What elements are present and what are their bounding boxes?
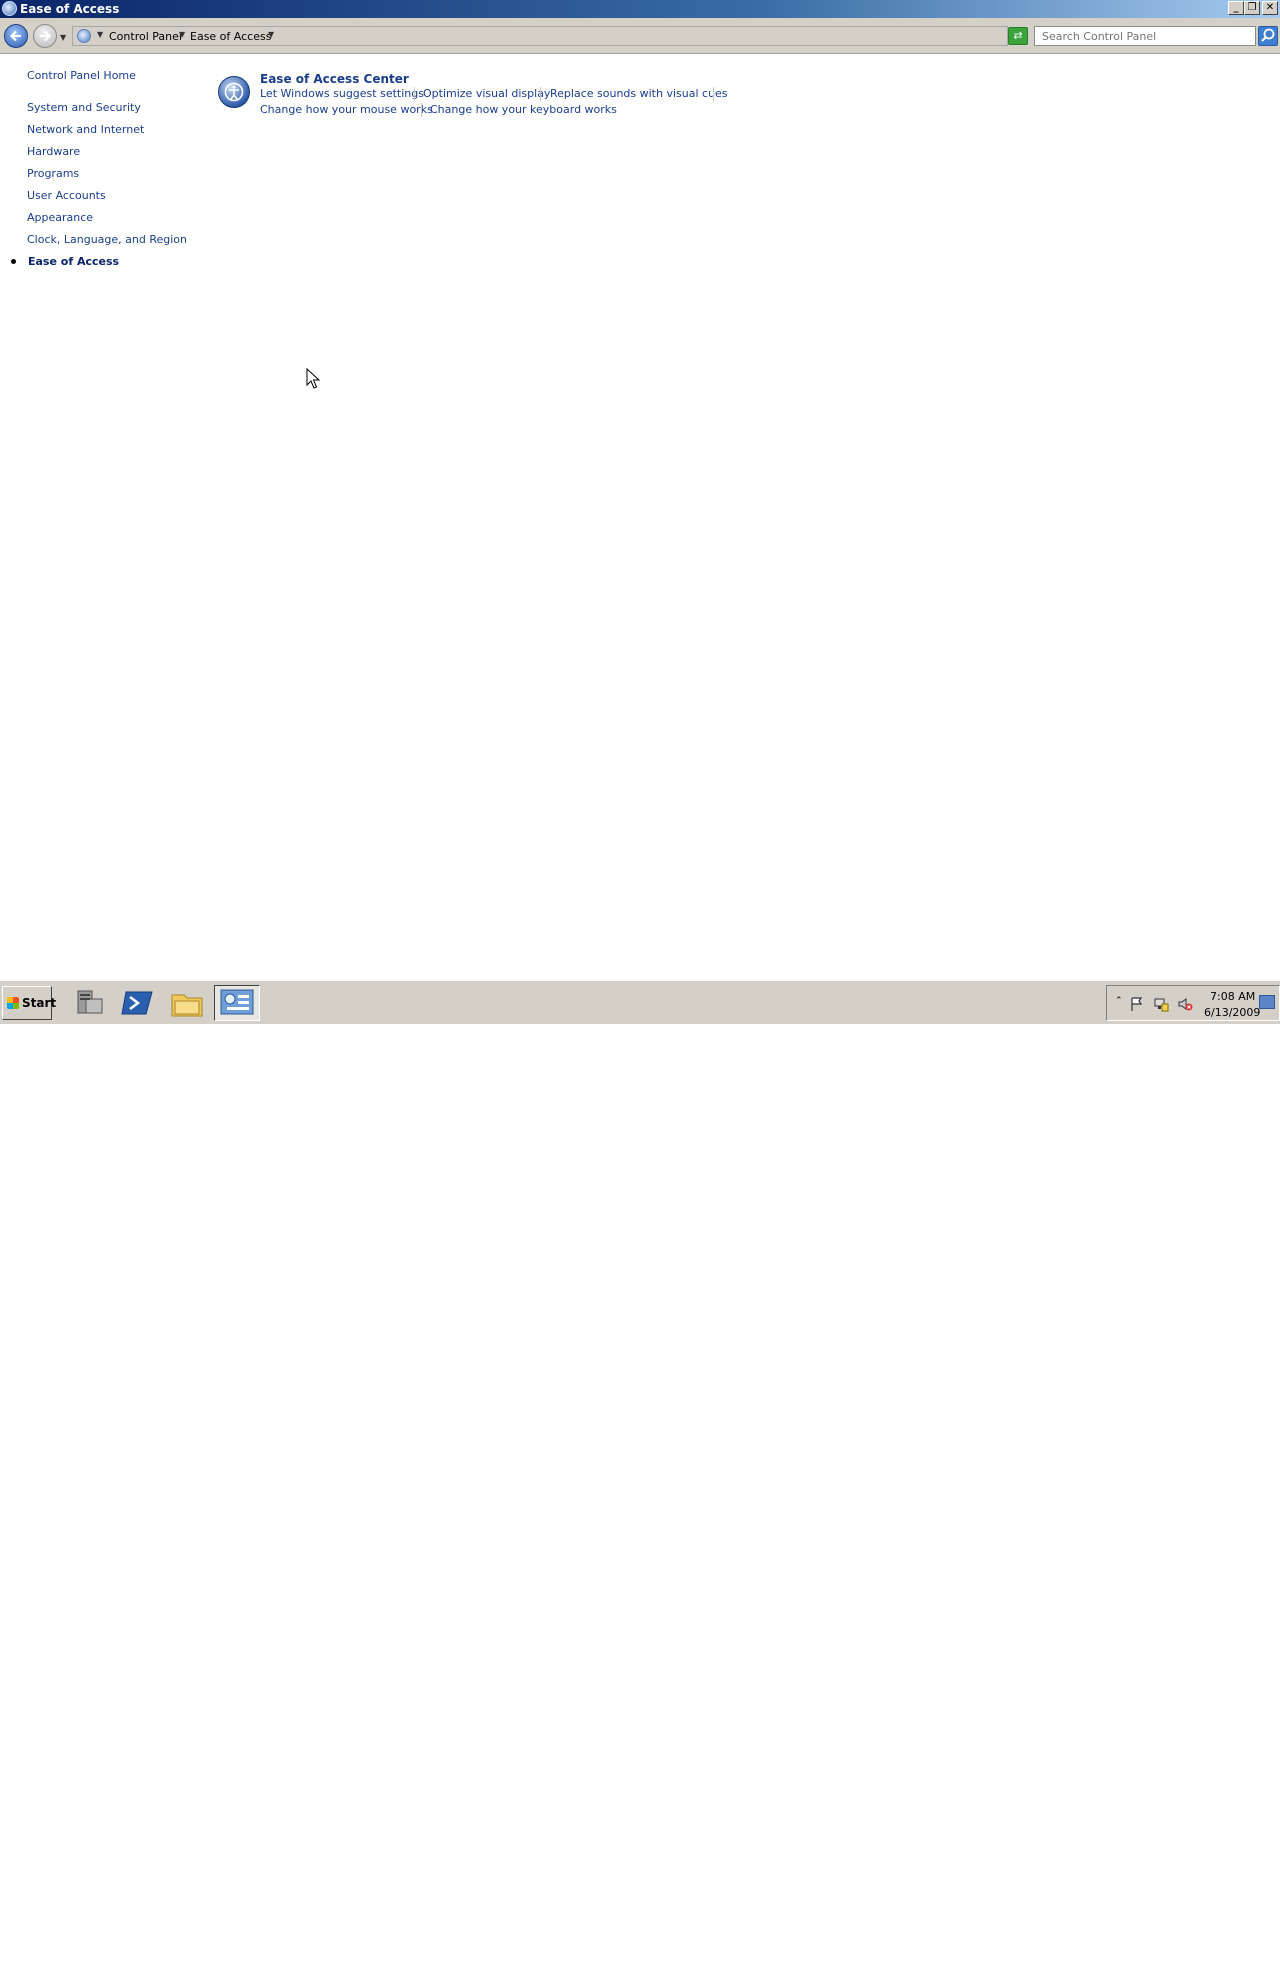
refresh-button[interactable]: ⇄ xyxy=(1008,27,1028,45)
optimize-visual-display-link[interactable]: Optimize visual display xyxy=(423,87,550,100)
forward-button[interactable] xyxy=(33,24,57,48)
let-windows-suggest-settings-link[interactable]: Let Windows suggest settings xyxy=(260,87,424,100)
control-panel-taskbar-button[interactable] xyxy=(214,985,260,1021)
link-separator xyxy=(713,87,714,101)
nav-clock-language-region[interactable]: Clock, Language, and Region xyxy=(27,233,187,246)
address-toolbar: ▼ ▼ Control Panel ▼ Ease of Access ▼ ▼ ⇄ xyxy=(0,18,1280,54)
minimize-button[interactable]: _ xyxy=(1228,1,1244,15)
start-label: Start xyxy=(22,996,57,1010)
nav-programs[interactable]: Programs xyxy=(27,167,79,180)
search-box[interactable] xyxy=(1034,26,1256,46)
nav-appearance[interactable]: Appearance xyxy=(27,211,93,224)
nav-user-accounts[interactable]: User Accounts xyxy=(27,189,106,202)
system-tray: ⌃ 7:08 AM 6/13/2009 xyxy=(1106,985,1280,1021)
chevron-down-icon[interactable]: ▼ xyxy=(268,30,274,39)
windows-logo-icon xyxy=(7,997,19,1009)
start-button[interactable]: Start xyxy=(2,986,56,1020)
back-arrow-icon xyxy=(9,30,21,42)
server-manager-icon[interactable] xyxy=(70,987,106,1019)
watermark-text: The Collection Book xyxy=(1030,1963,1194,1982)
link-separator xyxy=(421,103,422,117)
control-panel-icon xyxy=(77,29,91,43)
chevron-down-icon[interactable]: ▼ xyxy=(179,30,185,39)
change-mouse-link[interactable]: Change how your mouse works xyxy=(260,103,433,116)
back-button[interactable] xyxy=(4,24,28,48)
close-button[interactable]: ✕ xyxy=(1262,1,1278,15)
clock-date[interactable]: 6/13/2009 xyxy=(1204,1006,1260,1019)
action-center-flag-icon[interactable] xyxy=(1129,996,1145,1012)
nav-system-and-security[interactable]: System and Security xyxy=(27,101,141,114)
address-bar[interactable]: ▼ Control Panel ▼ Ease of Access ▼ ▼ xyxy=(72,26,1068,46)
ease-of-access-icon xyxy=(2,1,17,16)
title-bar[interactable]: Ease of Access _ ❐ ✕ xyxy=(0,0,1280,18)
powershell-icon[interactable] xyxy=(120,987,156,1019)
current-item-bullet xyxy=(11,259,16,264)
search-icon xyxy=(1261,28,1275,42)
link-separator xyxy=(540,87,541,101)
control-panel-icon xyxy=(220,989,254,1015)
show-desktop-button[interactable] xyxy=(1259,995,1275,1009)
volume-muted-icon[interactable] xyxy=(1177,996,1193,1012)
nav-network-and-internet[interactable]: Network and Internet xyxy=(27,123,144,136)
taskbar: Start The Collection Book ⌃ 7:08 AM 6/13… xyxy=(0,980,1280,1982)
nav-control-panel-home[interactable]: Control Panel Home xyxy=(27,69,136,82)
nav-ease-of-access[interactable]: Ease of Access xyxy=(28,255,119,268)
link-separator xyxy=(414,87,415,101)
ease-of-access-center-icon[interactable] xyxy=(218,76,250,108)
windows-explorer-icon[interactable] xyxy=(169,987,205,1019)
breadcrumb-control-panel[interactable]: Control Panel xyxy=(109,30,182,43)
forward-arrow-icon xyxy=(40,30,52,42)
chevron-down-icon[interactable]: ▼ xyxy=(97,30,103,39)
refresh-icon: ⇄ xyxy=(1013,29,1023,42)
recent-pages-dropdown[interactable]: ▼ xyxy=(60,33,68,42)
chevron-up-icon[interactable]: ⌃ xyxy=(1115,996,1123,1006)
nav-hardware[interactable]: Hardware xyxy=(27,145,80,158)
change-keyboard-link[interactable]: Change how your keyboard works xyxy=(430,103,617,116)
window-title: Ease of Access xyxy=(20,2,120,16)
replace-sounds-link[interactable]: Replace sounds with visual cues xyxy=(550,87,728,100)
network-icon[interactable] xyxy=(1153,996,1169,1012)
clock-time[interactable]: 7:08 AM xyxy=(1210,990,1255,1003)
mouse-cursor-icon xyxy=(306,368,320,389)
search-button[interactable] xyxy=(1258,26,1278,46)
ease-of-access-center-link[interactable]: Ease of Access Center xyxy=(260,72,409,86)
breadcrumb-ease-of-access[interactable]: Ease of Access xyxy=(190,30,271,43)
restore-button[interactable]: ❐ xyxy=(1244,1,1260,15)
search-input[interactable] xyxy=(1036,28,1252,44)
